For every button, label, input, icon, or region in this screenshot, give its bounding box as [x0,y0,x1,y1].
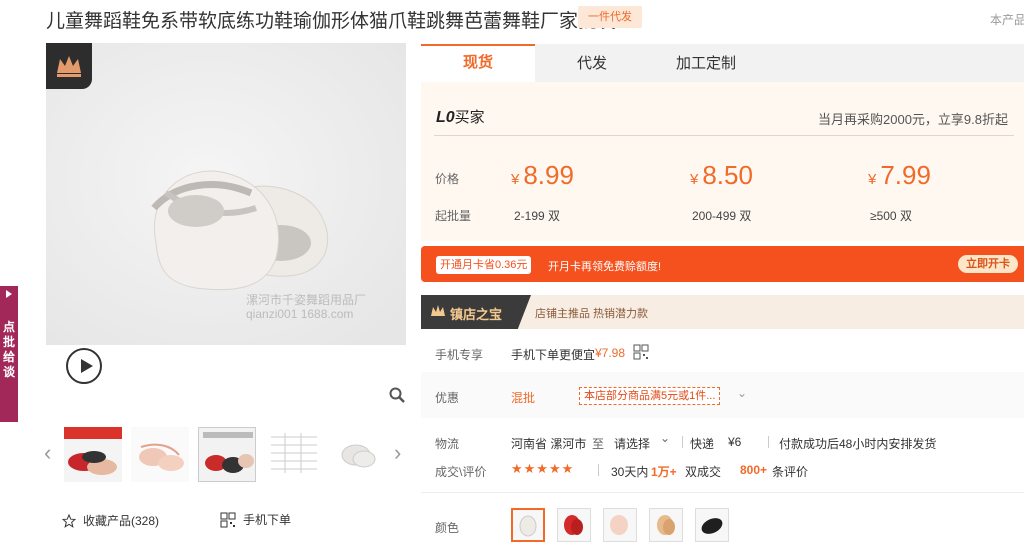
mobile-exclusive-label: 手机专享 [435,348,484,362]
crown-icon [431,305,445,316]
reviews-count[interactable]: 800+ [740,463,767,477]
side-tab-label: 点批给谈 [2,320,15,379]
card-promo-text: 开月卡再领免费赊额度! [548,261,662,273]
side-tab-arrow-icon [6,290,12,298]
top-right-text: 本产品 [990,13,1024,27]
separator [598,464,599,476]
tab-in-stock[interactable]: 现货 [421,44,535,82]
thumbnail-4[interactable] [265,427,323,482]
currency-symbol: ¥ [868,171,877,188]
color-swatch-pink[interactable] [603,508,637,542]
tab-dropship[interactable]: 代发 [535,46,649,82]
logistics-express: 快递 [690,437,715,451]
store-logo[interactable] [46,43,92,89]
buyer-level: L0买家 [436,106,485,127]
section-divider [421,492,1024,493]
reviews-sold: 1万+ [651,465,677,479]
price-tier-3: ¥7.99 [868,160,931,191]
moq-label: 起批量 [435,209,472,223]
open-card-button[interactable]: 立即开卡 [958,255,1018,273]
separator [768,436,769,448]
thumbnail-5[interactable] [330,427,388,482]
reviews-count-unit: 条评价 [772,465,809,479]
price-label: 价格 [435,172,460,186]
rating-stars: ★★★★★ [511,461,575,476]
thumb-next-icon[interactable]: › [394,440,401,466]
thumbnail-1[interactable] [64,427,122,482]
favorite-button[interactable]: 收藏产品(328) [62,512,159,529]
product-title: 儿童舞蹈鞋免系带软底练功鞋瑜伽形体猫爪鞋跳舞芭蕾舞鞋厂家批发 [46,11,617,32]
crown-logo-icon [57,56,81,77]
monthly-promo: 当月再采购2000元，立享9.8折起 [818,112,1008,127]
main-product-image[interactable]: 漯河市千姿舞蹈用品厂 qianzi001 1688.com [46,43,406,405]
currency-symbol: ¥ [690,171,699,188]
color-swatch-white[interactable] [511,508,545,542]
color-swatch-red[interactable] [557,508,591,542]
buyer-level-label: 买家 [454,109,485,126]
price-value: 8.99 [523,160,574,190]
mobile-exclusive-text: 手机下单更便宜 [511,348,596,362]
play-video-button[interactable] [66,348,102,384]
mobile-order-label: 手机下单 [243,513,292,527]
separator [682,436,683,448]
qty-tier-2: 200-499 双 [692,209,752,223]
logistics-fee: ¥6 [728,435,742,449]
price-divider [434,135,1014,136]
mobile-order-button[interactable]: 手机下单 [220,511,291,528]
logistics-to: 至 [592,437,605,451]
side-batch-tab[interactable]: 点批给谈 [0,286,18,422]
color-swatch-nude[interactable] [649,508,683,542]
qty-tier-1: 2-199 双 [514,209,561,223]
buyer-level-badge: L0 [436,109,455,126]
image-watermark: 漯河市千姿舞蹈用品厂 qianzi001 1688.com [246,293,367,321]
mobile-exclusive-price: ¥7.98 [595,346,626,360]
destination-chevron-icon[interactable]: ⌄ [660,431,670,445]
price-tier-1: ¥8.99 [511,160,574,191]
reviews-label: 成交\评价 [435,465,487,479]
thumbnail-3[interactable] [198,427,256,482]
logistics-origin: 河南省 漯河市 [511,437,587,451]
favorite-label: 收藏产品(328) [83,514,160,528]
logistics-label: 物流 [435,437,460,451]
reviews-days: 30天内 [611,465,649,479]
thumbnail-2[interactable] [131,427,189,482]
logistics-ship-note: 付款成功后48小时内安排发货 [779,437,937,451]
star-outline-icon [62,513,76,528]
price-value: 8.50 [702,160,753,190]
qty-tier-3: ≥500 双 [870,209,912,223]
discount-label: 优惠 [435,391,460,405]
card-savings-pill: 开通月卡省0.36元 [436,256,532,274]
discount-expand-icon[interactable]: ⌄ [737,386,747,400]
qrcode-icon [220,512,236,527]
price-value: 7.99 [880,160,931,190]
dropship-badge[interactable]: 一件代发 [578,6,642,28]
thumb-prev-icon[interactable]: ‹ [44,440,51,466]
zoom-icon[interactable] [389,387,405,403]
price-tier-2: ¥8.50 [690,160,753,191]
discount-coupon[interactable]: 本店部分商品满5元或1件... [579,387,721,405]
currency-symbol: ¥ [511,171,520,188]
reviews-sold-unit: 双成交 [685,465,722,479]
discount-type: 混批 [511,391,536,405]
mobile-qrcode-icon[interactable] [633,344,649,360]
tab-custom[interactable]: 加工定制 [649,46,763,82]
treasure-title: 镇店之宝 [450,307,503,322]
logistics-destination-select[interactable]: 请选择 [614,435,650,452]
color-label: 颜色 [435,521,460,535]
color-swatch-black[interactable] [695,508,729,542]
treasure-text: 店铺主推品 热销潜力款 [535,308,649,320]
